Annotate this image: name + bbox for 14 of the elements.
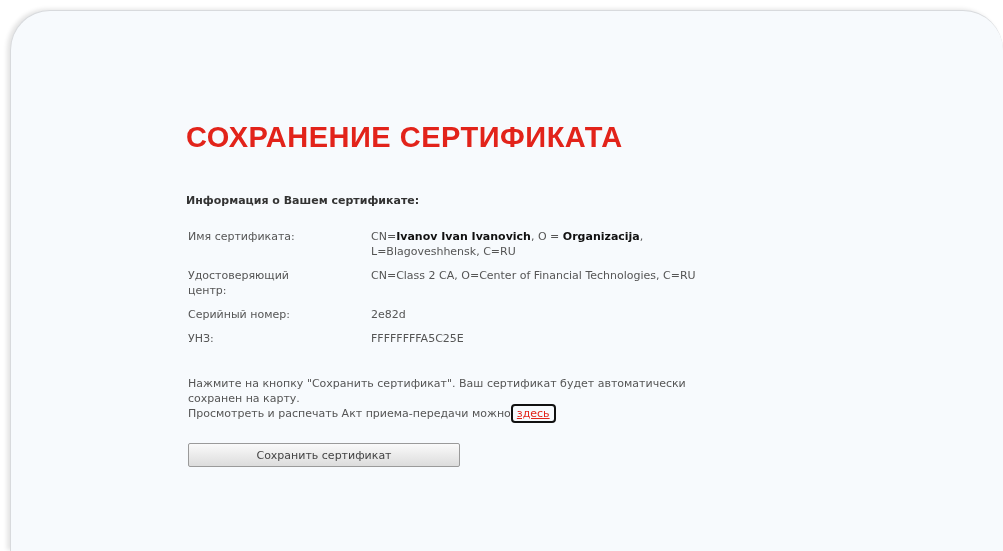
save-button[interactable]: Сохранить сертификат <box>188 443 460 467</box>
field-value: CN=Class 2 CA, O=Center of Financial Technologies, C=RU <box>371 268 697 284</box>
instruction-text: Нажмите на кнопку "Сохранить сертификат". Ваш сертификат будет автоматически сохранен на карту. <box>188 376 687 406</box>
act-text: Просмотреть и распечать Акт приема-передачи можно <box>188 407 511 420</box>
field-value: 2e82d <box>371 307 407 322</box>
section-heading: Информация о Вашем сертификате: <box>186 194 420 207</box>
field-label: Удостоверяющий центр: <box>188 268 290 298</box>
field-label: Серийный номер: <box>188 307 291 322</box>
page-title: СОХРАНЕНИЕ СЕРТИФИКАТА <box>186 121 623 154</box>
field-value: FFFFFFFFA5C25E <box>371 331 465 346</box>
field-label: Имя сертификата: <box>188 229 296 245</box>
field-value: CN=Ivanov Ivan Ivanovich, O = Organizacija, L=Blagoveshhensk, C=RU <box>371 229 645 259</box>
field-label: УНЗ: <box>188 331 215 346</box>
act-link[interactable]: здесь <box>510 404 556 423</box>
